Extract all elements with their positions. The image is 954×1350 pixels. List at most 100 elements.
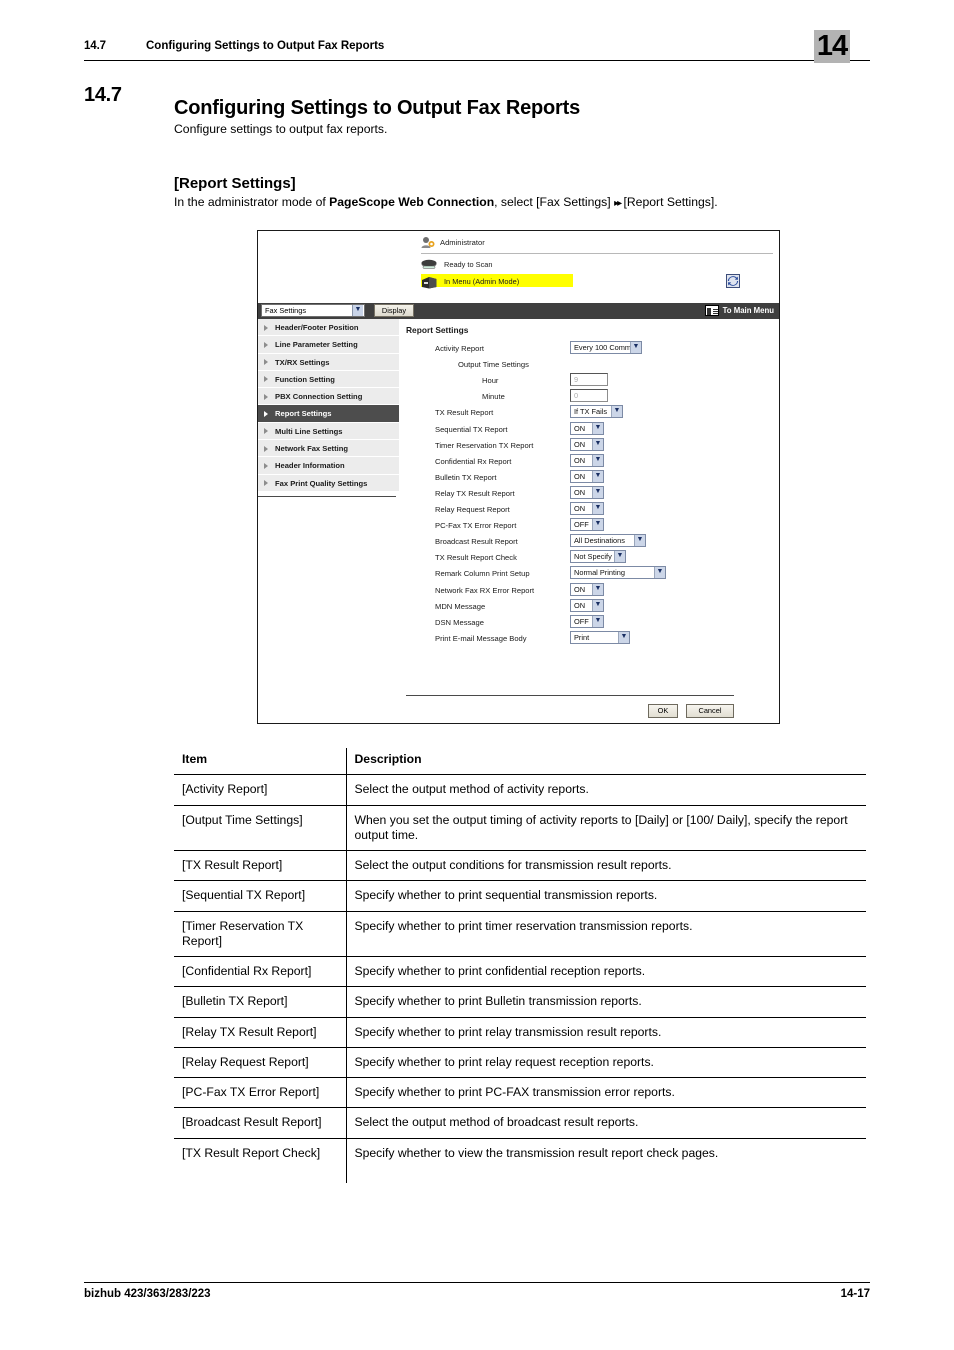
sidebar-item-header-information[interactable]: Header Information [258,457,399,475]
to-main-menu-link[interactable]: To Main Menu [704,304,774,317]
cell-description: Specify whether to print PC-FAX transmis… [346,1077,866,1109]
to-main-menu-label: To Main Menu [722,306,774,315]
path-middle: , select [Fax Settings] [494,195,615,209]
select-value: ON [574,471,586,481]
pc-fax-tx-error-report-select[interactable]: OFF ▼ [570,518,604,532]
select-value: ON [574,600,586,610]
print-e-mail-message-body-select[interactable]: Print ▼ [570,630,630,644]
timer-reservation-tx-report-select[interactable]: ON ▼ [570,437,604,451]
sidebar-item-label: Report Settings [275,409,332,419]
triangle-right-icon [264,359,268,366]
tx-result-report-select[interactable]: If TX Fails ▼ [570,405,623,419]
triangle-right-icon [264,393,268,400]
relay-tx-result-report-select[interactable]: ON ▼ [570,485,604,499]
path-suffix: [Report Settings]. [620,195,718,209]
cell-item: [Output Time Settings] [174,805,347,851]
minute-input[interactable]: 0 [570,389,608,403]
sidebar-item-label: Fax Print Quality Settings [275,478,368,488]
form-row: Broadcast Result Report All Destinations ▼ [402,534,779,550]
sidebar-item-report-settings[interactable]: Report Settings [258,405,399,423]
triangle-right-icon [264,462,268,469]
form-row: Activity Report Every 100 Comm. ▼ [402,341,779,357]
refresh-icon[interactable] [726,274,740,288]
form-row: Remark Column Print Setup Normal Printing… [402,566,779,582]
screenshot-form-pane: Report Settings OK Cancel Activity Repor… [402,319,779,723]
chevron-down-icon: ▼ [592,615,603,627]
running-header-title: Configuring Settings to Output Fax Repor… [146,40,385,52]
screenshot-sidebar: Header/Footer Position Line Parameter Set… [258,319,399,723]
mdn-message-select[interactable]: ON ▼ [570,598,604,612]
field-label: TX Result Report [435,408,494,418]
select-value: Not Specify [574,552,612,562]
footer-product: bizhub 423/363/283/223 [84,1288,211,1300]
ok-button[interactable]: OK [648,704,678,718]
select-value: ON [574,504,586,513]
cancel-button[interactable]: Cancel [686,704,734,718]
sidebar-item-network-fax-setting[interactable]: Network Fax Setting [258,440,399,458]
sidebar-item-tx-rx-settings[interactable]: TX/RX Settings [258,353,399,371]
description-table: Item Description [Activity Report] Select… [174,748,866,1183]
cell-item: [Sequential TX Report] [174,880,347,912]
table-row: [TX Result Report] Select the output cond… [174,850,866,882]
sidebar-item-multi-line-settings[interactable]: Multi Line Settings [258,422,399,441]
network-fax-rx-error-report-select[interactable]: ON ▼ [570,582,604,596]
chevron-down-icon: ▼ [654,567,665,579]
sidebar-item-header-footer-position[interactable]: Header/Footer Position [258,319,399,337]
table-row: [Timer Reservation TX Report] Specify whe… [174,911,866,957]
form-row: Relay TX Result Report ON ▼ [402,485,779,502]
section-number: 14.7 [84,84,122,106]
field-label: Output Time Settings [458,360,529,370]
cell-item: [Relay TX Result Report] [174,1017,347,1048]
category-select[interactable]: Fax Settings ▼ [261,304,365,317]
main-menu-icon [704,305,719,316]
sequential-tx-report-select[interactable]: ON ▼ [570,421,604,435]
chevron-down-icon: ▼ [592,599,603,611]
form-divider [406,695,734,696]
sidebar-item-label: Network Fax Setting [275,444,348,454]
cell-description: Select the output conditions for transmi… [346,850,866,882]
cell-item: [TX Result Report Check] [174,1138,347,1183]
navigation-path-paragraph: In the administrator mode of PageScope W… [174,195,718,209]
cell-description: Specify whether to print sequential tran… [346,880,866,912]
sidebar-item-line-parameter-setting[interactable]: Line Parameter Setting [258,336,399,354]
confidential-rx-report-select[interactable]: ON ▼ [570,453,604,467]
triangle-right-icon [264,410,268,417]
tx-result-report-check-select[interactable]: Not Specify ▼ [570,550,626,564]
form-row: Network Fax RX Error Report ON ▼ [402,582,779,599]
triangle-right-icon [264,445,268,452]
cell-item: [TX Result Report] [174,850,347,882]
remark-column-print-setup-select[interactable]: Normal Printing ▼ [570,566,666,580]
chevron-down-icon: ▼ [592,486,603,498]
field-label: Activity Report [435,344,484,353]
cell-description: Select the output method of activity rep… [346,774,866,806]
select-value: Print [574,632,590,642]
field-label: Network Fax RX Error Report [435,585,535,595]
table-row: [PC-Fax TX Error Report] Specify whether … [174,1077,866,1109]
chevron-down-icon: ▼ [614,551,625,563]
display-button[interactable]: Display [374,304,414,317]
sidebar-item-label: Header Information [275,461,345,471]
activity-report-select[interactable]: Every 100 Comm. ▼ [570,341,642,354]
chevron-down-icon: ▼ [592,454,603,466]
sidebar-item-function-setting[interactable]: Function Setting [258,370,399,389]
form-row: Bulletin TX Report ON ▼ [402,469,779,486]
select-value: OFF [574,616,589,626]
relay-request-report-select[interactable]: ON ▼ [570,502,604,515]
cell-description: When you set the output timing of activi… [346,805,866,851]
sidebar-item-label: PBX Connection Setting [275,392,363,402]
broadcast-result-report-select[interactable]: All Destinations ▼ [570,534,646,548]
cell-description: Specify whether to print relay request r… [346,1047,866,1079]
chevron-down-icon: ▼ [634,535,645,547]
cell-item: [Timer Reservation TX Report] [174,911,347,957]
table-row: [Activity Report] Select the output metho… [174,774,866,806]
sidebar-item-pbx-connection-setting[interactable]: PBX Connection Setting [258,388,399,406]
form-row: PC-Fax TX Error Report OFF ▼ [402,518,779,534]
bulletin-tx-report-select[interactable]: ON ▼ [570,469,604,483]
dsn-message-select[interactable]: OFF ▼ [570,614,604,628]
footer-page-number: 14-17 [840,1288,870,1300]
hour-input[interactable]: 9 [570,373,608,387]
form-row: MDN Message ON ▼ [402,598,779,615]
sidebar-item-fax-print-quality-settings[interactable]: Fax Print Quality Settings [258,474,399,492]
select-value: OFF [574,520,589,530]
running-header-number: 14.7 [84,40,106,52]
